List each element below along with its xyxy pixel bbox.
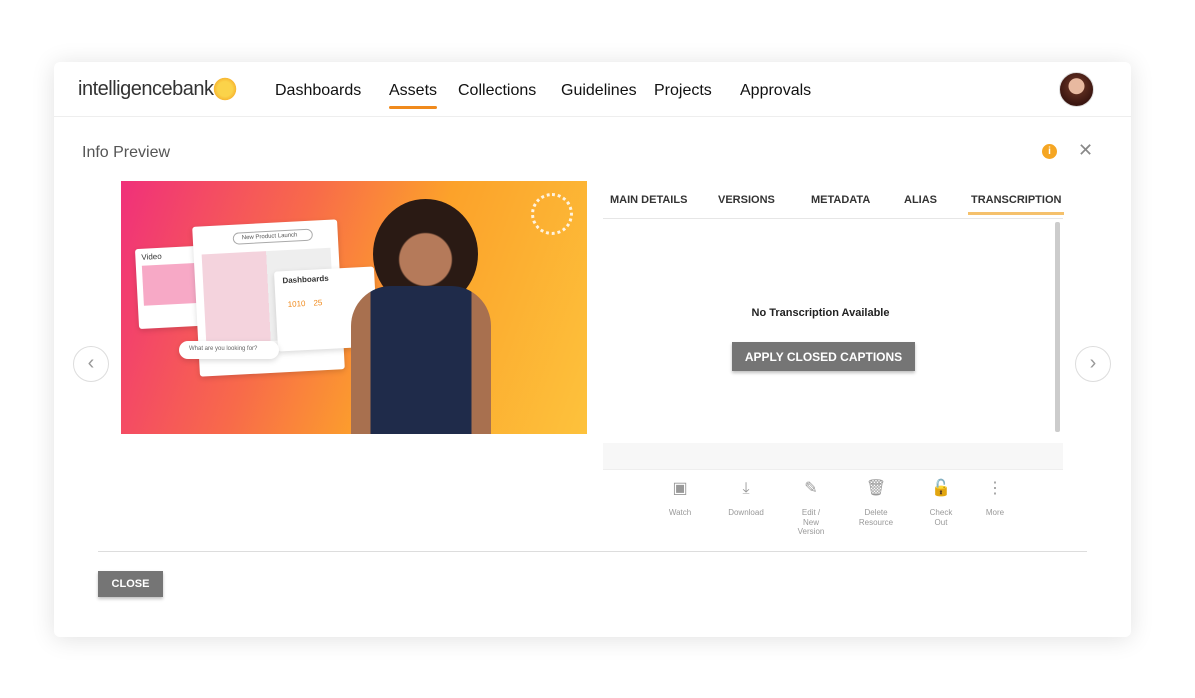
nav-guidelines[interactable]: Guidelines	[561, 82, 637, 100]
video-thumbnail[interactable]: Video New Product Launch Dashboards 1010…	[121, 181, 587, 434]
download-button[interactable]: ⤓ Download	[716, 480, 776, 518]
sun-watermark-icon	[531, 193, 573, 235]
more-label: More	[985, 508, 1005, 517]
apply-closed-captions-button[interactable]: APPLY CLOSED CAPTIONS	[732, 342, 915, 371]
close-button[interactable]: CLOSE	[98, 571, 163, 597]
info-preview-modal: intelligencebank Dashboards Assets Colle…	[54, 62, 1131, 637]
avatar[interactable]	[1059, 72, 1094, 107]
empty-message: No Transcription Available	[751, 307, 890, 319]
nav-projects[interactable]: Projects	[654, 82, 712, 100]
delete-button[interactable]: 🗑 Delete Resource	[846, 480, 906, 527]
nav-approvals[interactable]: Approvals	[740, 82, 811, 100]
check-out-button[interactable]: 🔓 Check Out	[911, 480, 971, 527]
transcription-panel: No Transcription Available APPLY CLOSED …	[603, 220, 1063, 470]
download-icon: ⤓	[742, 480, 750, 497]
panel-footer	[603, 443, 1063, 469]
scrollbar[interactable]	[1055, 222, 1060, 432]
top-nav: intelligencebank Dashboards Assets Colle…	[54, 62, 1131, 117]
logo[interactable]: intelligencebank	[78, 78, 214, 101]
trash-icon: 🗑	[865, 480, 887, 497]
tab-main-details[interactable]: MAIN DETAILS	[610, 194, 687, 206]
check-out-label: Check Out	[929, 508, 953, 527]
edit-button[interactable]: ✎ Edit / New Version	[781, 480, 841, 537]
nav-collections[interactable]: Collections	[458, 82, 536, 100]
tab-versions[interactable]: VERSIONS	[718, 194, 775, 206]
watch-icon: ▣	[672, 480, 688, 497]
page-title: Info Preview	[82, 144, 171, 161]
lock-icon: 🔓	[931, 480, 951, 497]
watch-button[interactable]: ▣ Watch	[650, 480, 710, 518]
divider	[98, 551, 1087, 552]
sun-logo-icon	[212, 76, 238, 102]
next-arrow-button[interactable]: ›	[1075, 346, 1111, 382]
presenter-body	[351, 286, 491, 434]
nav-assets[interactable]: Assets	[389, 82, 438, 109]
tab-metadata[interactable]: METADATA	[811, 194, 870, 206]
info-icon[interactable]: i	[1042, 144, 1057, 159]
watch-label: Watch	[668, 508, 692, 517]
tab-transcription[interactable]: TRANSCRIPTION	[967, 194, 1065, 215]
mock-value-2: 25	[313, 298, 323, 308]
download-label: Download	[728, 508, 764, 517]
mock-search-1: New Product Launch	[232, 228, 314, 245]
tab-bar: MAIN DETAILS VERSIONS METADATA ALIAS TRA…	[603, 181, 1065, 219]
tab-alias[interactable]: ALIAS	[904, 194, 937, 206]
nav-dashboards[interactable]: Dashboards	[275, 82, 361, 100]
edit-icon: ✎	[804, 480, 818, 497]
mock-value-1: 1010	[287, 299, 306, 309]
close-icon[interactable]: ✕	[1078, 140, 1093, 161]
mock-search-2: What are you looking for?	[179, 341, 279, 359]
more-button[interactable]: ⋮ More	[965, 480, 1025, 518]
edit-label: Edit / New Version	[797, 508, 825, 536]
delete-label: Delete Resource	[858, 508, 894, 527]
prev-arrow-button[interactable]: ‹	[73, 346, 109, 382]
more-icon: ⋮	[987, 480, 1003, 497]
